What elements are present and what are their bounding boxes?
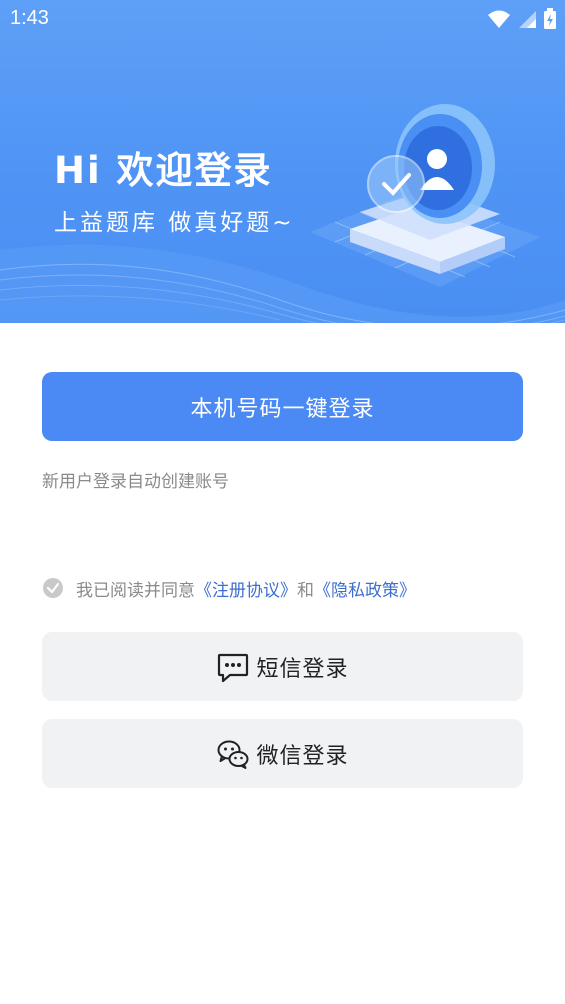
status-icons (487, 8, 557, 30)
message-icon (218, 653, 249, 682)
hero-slogan: 上益题库 做真好题~ (54, 210, 295, 236)
wifi-icon (488, 10, 510, 28)
wechat-login-button[interactable]: 微信登录 (42, 719, 523, 788)
hero-banner: 1:43 Hi 欢迎登录 上益题库 做真好题~ (0, 0, 565, 323)
agreement-conjunction: 和 (297, 580, 314, 601)
privacy-policy-link[interactable]: 《隐私政策》 (314, 576, 416, 601)
login-illustration (310, 104, 540, 287)
agreement-prefix: 我已阅读并同意 (76, 580, 195, 601)
wechat-icon (217, 740, 249, 769)
auto-create-hint: 新用户登录自动创建账号 (42, 472, 229, 492)
sms-login-button[interactable]: 短信登录 (42, 632, 523, 701)
status-time: 1:43 (10, 7, 49, 29)
one-click-login-button[interactable]: 本机号码一键登录 (42, 372, 523, 441)
wechat-login-label: 微信登录 (256, 743, 349, 769)
battery-icon (544, 8, 556, 29)
sms-login-label: 短信登录 (256, 656, 349, 682)
agreement-row: 我已阅读并同意 《注册协议》 和 《隐私政策》 (42, 576, 416, 601)
signal-icon (519, 11, 536, 28)
register-agreement-link[interactable]: 《注册协议》 (195, 576, 297, 601)
agreement-checkbox-icon[interactable] (42, 577, 64, 599)
status-bar: 1:43 (0, 0, 565, 38)
hero-greeting: Hi 欢迎登录 (54, 149, 273, 192)
